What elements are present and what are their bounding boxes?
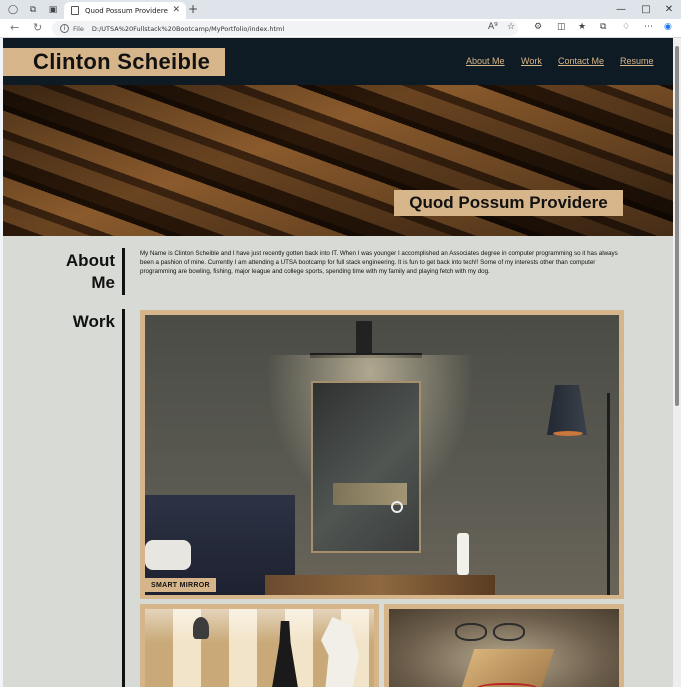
about-text: My Name is Clinton Scheible and I have j… [140, 250, 618, 276]
project-card-chess[interactable] [140, 604, 379, 687]
glasses-shape [477, 683, 537, 687]
chess-image [145, 609, 374, 687]
site-header: Clinton Scheible About Me Work Contact M… [3, 38, 673, 85]
maximize-icon[interactable]: □ [634, 0, 658, 19]
work-heading: Work [72, 312, 115, 331]
url-field[interactable]: i File D:/UTSA%20Fullstack%20Bootcamp/My… [52, 21, 518, 36]
browser-essentials-icon[interactable]: ♢ [622, 22, 630, 32]
favorites-icon[interactable]: ★ [578, 22, 586, 32]
info-icon[interactable]: i [60, 24, 69, 33]
workspaces-icon[interactable]: ⧉ [26, 3, 40, 16]
browser-tab-strip: ◯ ⧉ ▣ Quod Possum Providere ✕ + — □ ✕ [0, 0, 681, 19]
page-icon [71, 6, 79, 15]
profile-icon[interactable]: ◯ [6, 3, 20, 16]
hero-title: Quod Possum Providere [394, 190, 623, 216]
url-scheme: File [73, 24, 84, 33]
page-scrollbar[interactable] [673, 38, 681, 687]
about-heading-line1: About [65, 251, 115, 270]
favorite-star-icon[interactable]: ☆ [507, 22, 515, 32]
scrollbar-thumb[interactable] [675, 46, 679, 406]
more-menu-icon[interactable]: ⋯ [644, 22, 653, 32]
close-window-icon[interactable]: ✕ [657, 0, 681, 19]
refresh-icon[interactable]: ↻ [33, 21, 42, 34]
nav-resume[interactable]: Resume [620, 56, 654, 66]
tab-actions-icon[interactable]: ▣ [46, 3, 60, 16]
close-tab-icon[interactable]: ✕ [172, 5, 180, 15]
tab-title: Quod Possum Providere [85, 6, 168, 15]
browser-tab[interactable]: Quod Possum Providere ✕ [64, 2, 186, 19]
extensions-icon[interactable]: ⚙ [534, 22, 542, 32]
new-tab-icon[interactable]: + [188, 2, 198, 16]
site-name: Clinton Scheible [3, 48, 225, 76]
project-card-smart-mirror[interactable]: SMART MIRROR [140, 310, 624, 599]
about-heading: About Me [43, 250, 115, 294]
copilot-icon[interactable]: ◉ [664, 22, 672, 32]
nav-about-me[interactable]: About Me [466, 56, 505, 66]
collections-icon[interactable]: ⧉ [600, 22, 606, 32]
split-screen-icon[interactable]: ◫ [557, 22, 566, 32]
project-card-reading[interactable] [384, 604, 624, 687]
about-heading-line2: Me [91, 273, 115, 292]
nav-work[interactable]: Work [521, 56, 542, 66]
mirror-shape [311, 381, 421, 553]
address-bar-row: ← ↻ i File D:/UTSA%20Fullstack%20Bootcam… [0, 19, 681, 38]
minimize-icon[interactable]: — [609, 0, 633, 19]
page-viewport: Clinton Scheible About Me Work Contact M… [3, 38, 673, 687]
read-aloud-icon[interactable]: A⁹ [488, 22, 498, 32]
reading-image [389, 609, 619, 687]
url-text: D:/UTSA%20Fullstack%20Bootcamp/MyPortfol… [91, 24, 285, 33]
smart-mirror-image: SMART MIRROR [145, 315, 619, 595]
work-divider [122, 309, 125, 687]
nav-contact-me[interactable]: Contact Me [558, 56, 604, 66]
about-divider [122, 248, 125, 295]
back-icon[interactable]: ← [10, 21, 19, 34]
project-label-smart-mirror: SMART MIRROR [145, 578, 216, 592]
